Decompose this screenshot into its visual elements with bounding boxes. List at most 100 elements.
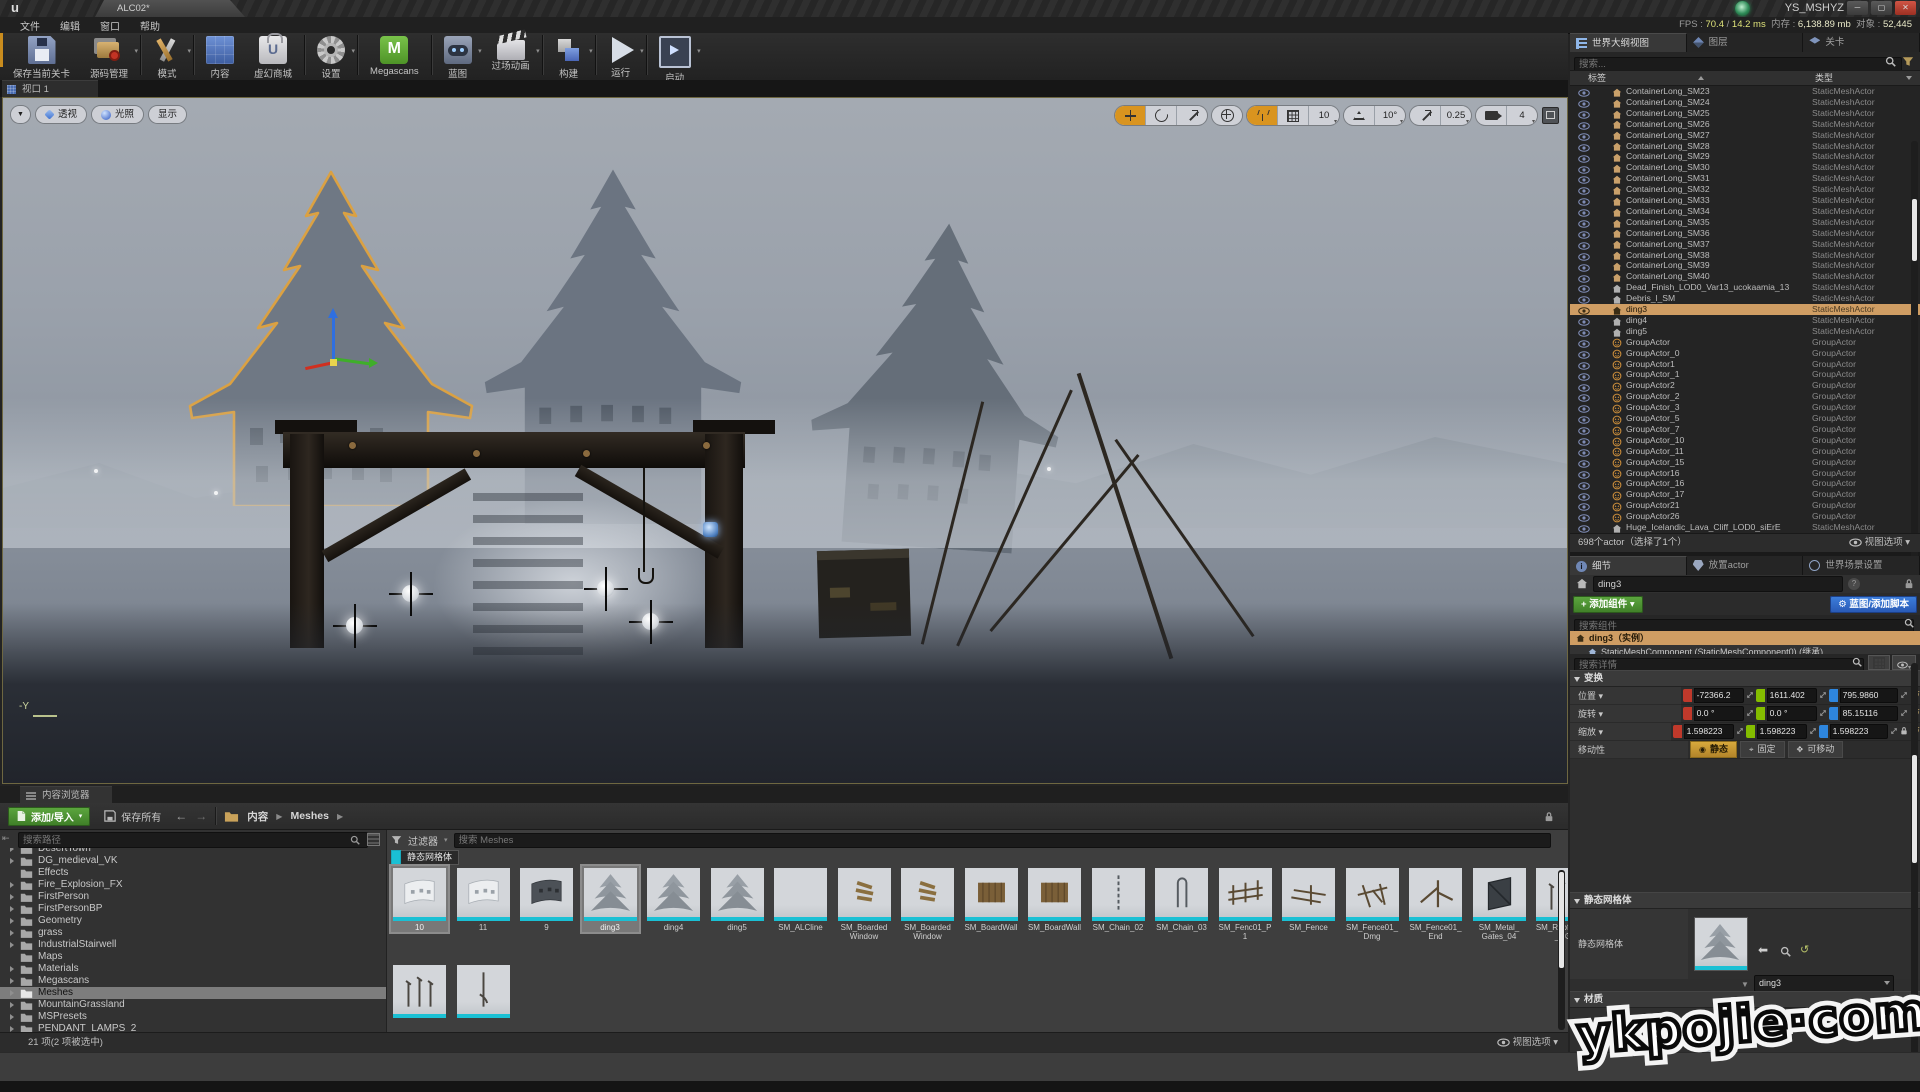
show-button[interactable]: 显示 [149,106,186,123]
lock-icon[interactable] [1544,811,1554,823]
folder-IndustrialStairwell[interactable]: IndustrialStairwell [0,939,386,951]
folder-PENDANT_LAMPS_2[interactable]: PENDANT_LAMPS_2 [0,1023,386,1032]
asset-tile-ding3[interactable]: ding3 [582,866,639,932]
outliner-row[interactable]: ding3StaticMeshActor [1570,304,1920,315]
asset-thumbnail[interactable] [1473,868,1526,921]
缩放-x-field[interactable]: 1.598223 [1684,724,1734,739]
缩放-y-field[interactable]: 1.598223 [1757,724,1807,739]
drag-handle-icon[interactable] [1809,723,1817,741]
actor-name[interactable]: ContainerLong_SM27 [1626,130,1710,141]
caret-down-icon[interactable]: ▾ [352,47,356,55]
actor-name[interactable]: ContainerLong_SM23 [1626,86,1710,97]
actor-name[interactable]: ContainerLong_SM33 [1626,195,1710,206]
旋转-z-field[interactable]: 85.15116 [1840,706,1898,721]
asset-thumbnail[interactable] [901,868,954,921]
outliner-row[interactable]: ContainerLong_SM36StaticMeshActor [1570,228,1920,239]
viewport-options-button[interactable]: ▼ [11,106,30,123]
outliner-row[interactable]: ContainerLong_SM25StaticMeshActor [1570,108,1920,119]
expand-arrow-icon[interactable] [10,978,14,984]
outliner-row[interactable]: ContainerLong_SM37StaticMeshActor [1570,239,1920,250]
actor-name[interactable]: ContainerLong_SM40 [1626,271,1710,282]
save-all-button[interactable]: 保存所有 [98,807,167,826]
material-section-header[interactable]: 材质 [1570,991,1920,1008]
toolbar-content-button[interactable]: 内容 [196,33,244,80]
旋转-y-field[interactable]: 0.0 ° [1767,706,1817,721]
add-import-button[interactable]: 添加/导入▾ [8,807,90,826]
asset-tile-9[interactable]: 9 [518,866,575,932]
outliner-row[interactable]: ContainerLong_SM28StaticMeshActor [1570,141,1920,152]
asset-thumbnail[interactable] [393,868,446,921]
actor-name[interactable]: ContainerLong_SM30 [1626,162,1710,173]
tab-关卡[interactable]: 关卡 [1803,33,1920,52]
asset-tile-SM_BoardWall[interactable]: SM_BoardWall [1026,866,1083,932]
point-light-gizmo[interactable] [584,567,628,611]
viewport-tab[interactable]: 视口 1 [2,80,98,97]
expand-arrow-icon[interactable] [10,1002,14,1008]
asset-tile-SM_Chain_02[interactable]: SM_Chain_02 [1090,866,1147,932]
lit-button[interactable]: 光照 [92,106,143,123]
selected-light-sprite[interactable] [703,522,718,537]
folder-MSPresets[interactable]: MSPresets [0,1011,386,1023]
outliner-row[interactable]: GroupActor21GroupActor [1570,500,1920,511]
expand-arrow-icon[interactable] [10,930,14,936]
actor-name[interactable]: GroupActor_5 [1626,413,1680,424]
sources-view-icon[interactable] [367,833,380,846]
scale-lock-icon[interactable] [1900,723,1908,741]
transform-gizmo[interactable] [303,308,393,378]
toolbar-marketplace-button[interactable]: 虚幻商城 [244,33,302,80]
visibility-eye-icon[interactable] [1578,524,1590,534]
actor-name-input[interactable] [1593,576,1843,592]
tab-世界大纲视图[interactable]: 世界大纲视图 [1570,33,1687,52]
outliner-row[interactable]: GroupActor_1GroupActor [1570,369,1920,380]
expand-arrow-icon[interactable] [10,882,14,888]
transform-label[interactable]: 旋转 ▾ [1570,705,1681,723]
folder-Meshes[interactable]: Meshes [0,987,386,999]
actor-name[interactable]: ContainerLong_SM39 [1626,260,1710,271]
asset-tile-SM_Fenc01_P1[interactable]: SM_Fenc01_P1 [1217,866,1274,941]
actor-name[interactable]: GroupActor_11 [1626,446,1684,457]
expand-arrow-icon[interactable] [10,966,14,972]
actor-name[interactable]: ding3 [1626,304,1647,315]
actor-name[interactable]: GroupActor_16 [1626,478,1684,489]
gizmo-origin[interactable] [330,359,337,366]
asset-thumbnail[interactable] [393,965,446,1018]
folder-MountainGrassland[interactable]: MountainGrassland [0,999,386,1011]
asset-thumbnail[interactable] [647,868,700,921]
outliner-row[interactable]: GroupActor1GroupActor [1570,359,1920,370]
outliner-row[interactable]: GroupActor_16GroupActor [1570,478,1920,489]
perspective-button[interactable]: 透视 [36,106,86,123]
outliner-row[interactable]: ContainerLong_SM29StaticMeshActor [1570,151,1920,162]
details-scrollbar[interactable] [1911,663,1918,1081]
funnel-add-icon[interactable] [1902,56,1914,67]
tab-细节[interactable]: i细节 [1570,556,1687,575]
maximize-button[interactable]: ▢ [1871,1,1892,15]
outliner-row[interactable]: Huge_Icelandic_Lava_Cliff_LOD0_siErEStat… [1570,522,1920,533]
outliner-row[interactable]: GroupActor_7GroupActor [1570,424,1920,435]
drag-handle-icon[interactable] [1819,705,1827,723]
caret-down-icon[interactable]: ▾ [135,47,139,55]
asset-tile-SM_Fence01_ End[interactable]: SM_Fence01_ End [1407,866,1464,941]
static-mesh-dropdown[interactable]: ding3 [1754,975,1894,992]
actor-name[interactable]: GroupActor2 [1626,380,1675,391]
material-thumbnail[interactable] [1694,1014,1738,1054]
caret-down-icon[interactable]: ▾ [697,47,701,55]
toolbar-blueprints-button[interactable]: 蓝图▾ [434,33,482,80]
filter-label[interactable]: 过滤器 [408,833,438,848]
folder-DG_medieval_VK[interactable]: DG_medieval_VK [0,855,386,867]
scale-snap-toggle[interactable] [1410,106,1440,125]
actor-name[interactable]: Debris_l_SM [1626,293,1675,304]
actor-name[interactable]: ContainerLong_SM26 [1626,119,1710,130]
camera-speed-button[interactable] [1476,106,1506,125]
expand-arrow-icon[interactable] [10,990,14,996]
outliner-view-options[interactable]: 视图选项 ▾ [1849,534,1910,552]
asset-thumbnail[interactable] [1092,868,1145,921]
outliner-row[interactable]: Dead_Finish_LOD0_Var13_ucokaamia_13Stati… [1570,282,1920,293]
位置-x-field[interactable]: -72366.2 [1694,688,1744,703]
point-light-gizmo[interactable] [629,600,673,644]
outliner-row[interactable]: ContainerLong_SM26StaticMeshActor [1570,119,1920,130]
scale-snap-value[interactable]: 0.25▾ [1440,106,1471,125]
actor-name[interactable]: ding4 [1626,315,1647,326]
expand-arrow-icon[interactable] [10,906,14,912]
content-browser-tab[interactable]: 内容浏览器 [20,786,112,804]
expand-arrow-icon[interactable] [10,1014,14,1020]
